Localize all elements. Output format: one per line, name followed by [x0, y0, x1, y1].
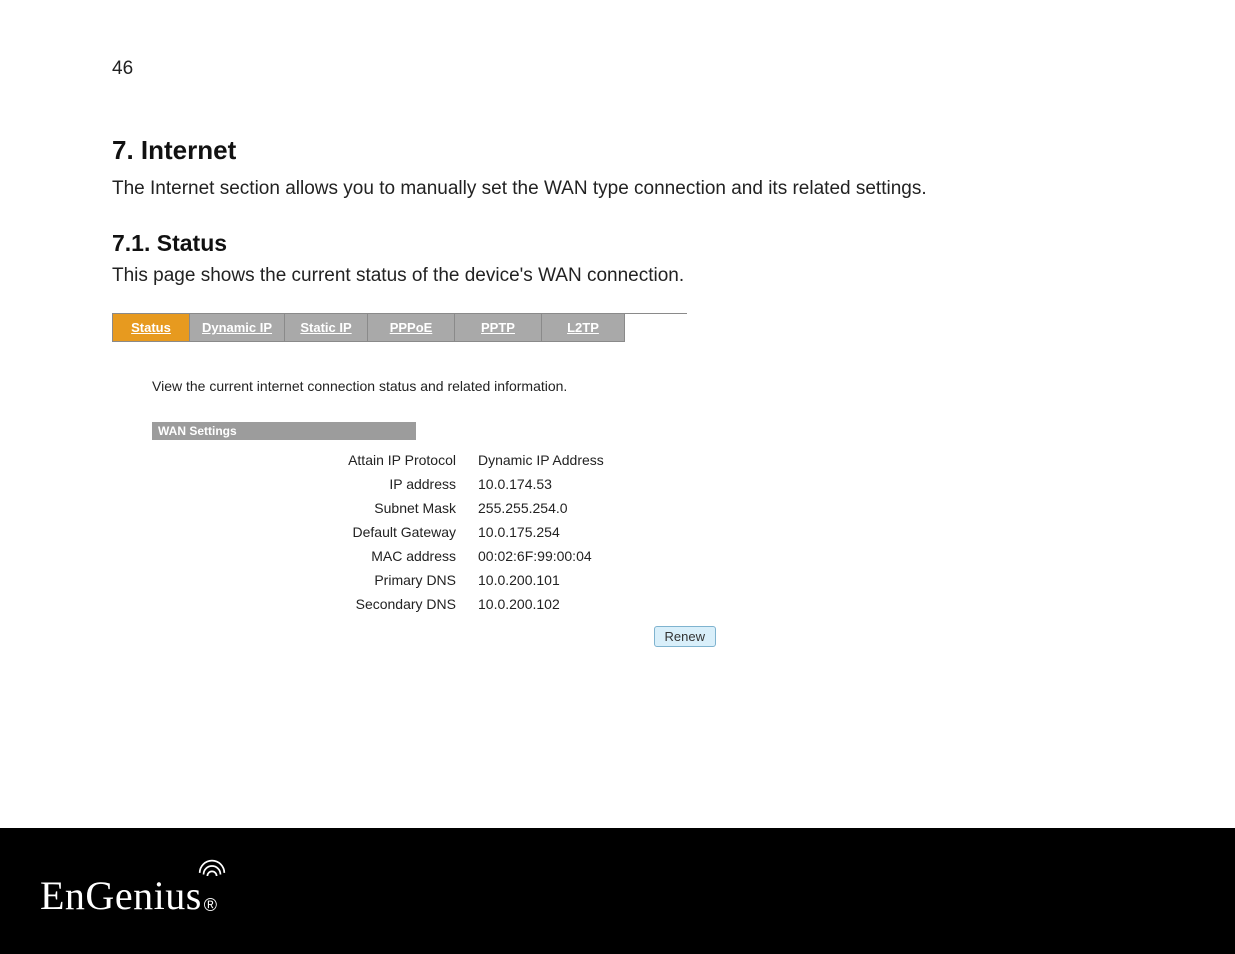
label-ip-address: IP address	[152, 472, 478, 496]
router-screenshot: Status Dynamic IP Static IP PPPoE PPTP L…	[112, 313, 687, 647]
row-primary-dns: Primary DNS 10.0.200.101	[152, 568, 604, 592]
brand-text: EnGenius	[40, 876, 202, 916]
value-attain-ip-protocol: Dynamic IP Address	[478, 448, 604, 472]
value-secondary-dns: 10.0.200.102	[478, 592, 604, 616]
label-attain-ip-protocol: Attain IP Protocol	[152, 448, 478, 472]
wan-settings-table: Attain IP Protocol Dynamic IP Address IP…	[152, 448, 604, 616]
intro-text: The Internet section allows you to manua…	[112, 176, 1122, 202]
tab-status[interactable]: Status	[113, 314, 190, 342]
row-attain-ip-protocol: Attain IP Protocol Dynamic IP Address	[152, 448, 604, 472]
page-footer: EnGenius®	[0, 828, 1235, 954]
row-secondary-dns: Secondary DNS 10.0.200.102	[152, 592, 604, 616]
tab-pppoe[interactable]: PPPoE	[368, 314, 455, 342]
tab-static-ip[interactable]: Static IP	[285, 314, 368, 342]
row-default-gateway: Default Gateway 10.0.175.254	[152, 520, 604, 544]
row-subnet-mask: Subnet Mask 255.255.254.0	[152, 496, 604, 520]
tab-dynamic-ip[interactable]: Dynamic IP	[190, 314, 285, 342]
value-default-gateway: 10.0.175.254	[478, 520, 604, 544]
wan-tabs: Status Dynamic IP Static IP PPPoE PPTP L…	[112, 313, 687, 342]
sub-intro-text: This page shows the current status of th…	[112, 265, 1122, 287]
heading-status: 7.1. Status	[112, 230, 1122, 257]
value-primary-dns: 10.0.200.101	[478, 568, 604, 592]
wan-settings-header: WAN Settings	[152, 422, 416, 440]
row-mac-address: MAC address 00:02:6F:99:00:04	[152, 544, 604, 568]
page-number: 46	[112, 58, 133, 80]
registered-mark: ®	[204, 895, 217, 916]
label-mac-address: MAC address	[152, 544, 478, 568]
value-subnet-mask: 255.255.254.0	[478, 496, 604, 520]
value-mac-address: 00:02:6F:99:00:04	[478, 544, 604, 568]
row-ip-address: IP address 10.0.174.53	[152, 472, 604, 496]
renew-button[interactable]: Renew	[654, 626, 716, 647]
brand-logo: EnGenius®	[40, 876, 217, 916]
label-secondary-dns: Secondary DNS	[152, 592, 478, 616]
label-primary-dns: Primary DNS	[152, 568, 478, 592]
wifi-icon	[196, 856, 228, 876]
tab-pptp[interactable]: PPTP	[455, 314, 542, 342]
value-ip-address: 10.0.174.53	[478, 472, 604, 496]
heading-internet: 7. Internet	[112, 135, 1122, 166]
status-description: View the current internet connection sta…	[152, 378, 663, 394]
tab-l2tp[interactable]: L2TP	[542, 314, 625, 342]
label-default-gateway: Default Gateway	[152, 520, 478, 544]
label-subnet-mask: Subnet Mask	[152, 496, 478, 520]
